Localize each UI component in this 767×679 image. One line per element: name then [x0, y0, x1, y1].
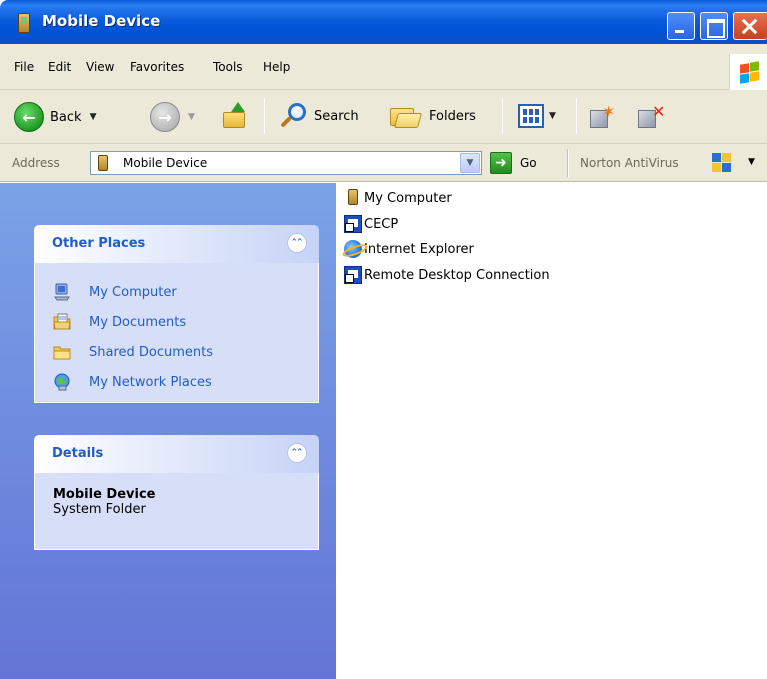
place-label: My Documents — [89, 314, 187, 330]
details-title: Details — [52, 446, 104, 461]
menu-tools[interactable]: Tools — [213, 60, 243, 74]
delete-button[interactable]: ✕ — [636, 102, 665, 130]
up-button[interactable] — [222, 102, 248, 130]
details-name: Mobile Device — [53, 487, 156, 502]
go-arrow-icon: ➜ — [490, 152, 512, 174]
close-button[interactable] — [733, 12, 767, 40]
folder-up-icon — [222, 102, 248, 130]
computer-icon — [53, 283, 71, 301]
address-dropdown-icon[interactable]: ▼ — [460, 153, 480, 173]
other-places-list: My Computer My Documents Shared Document… — [34, 263, 319, 403]
menu-view[interactable]: View — [86, 60, 114, 74]
place-label: My Computer — [89, 284, 177, 300]
folder-icon — [53, 343, 71, 361]
place-shared-documents[interactable]: Shared Documents — [35, 337, 318, 367]
mobile-device-icon — [18, 13, 30, 33]
forward-dropdown-icon[interactable]: ▼ — [188, 112, 195, 122]
search-button[interactable]: Search — [278, 101, 359, 131]
file-item[interactable]: Remote Desktop Connection — [344, 266, 550, 284]
place-my-network-places[interactable]: My Network Places — [35, 367, 318, 397]
minimize-button[interactable] — [667, 12, 695, 40]
norton-antivirus-icon[interactable] — [712, 153, 732, 173]
go-label: Go — [520, 156, 537, 170]
collapse-chevron-icon[interactable]: ˆˆ — [287, 233, 307, 253]
other-places-header[interactable]: Other Places ˆˆ — [34, 225, 319, 263]
menu-file[interactable]: File — [14, 60, 34, 74]
place-label: Shared Documents — [89, 344, 214, 360]
views-button[interactable]: ▼ — [518, 104, 556, 128]
place-my-documents[interactable]: My Documents — [35, 307, 318, 337]
address-label: Address — [12, 156, 60, 170]
shortcut-icon — [344, 266, 362, 284]
go-button[interactable]: ➜ Go — [490, 152, 537, 174]
window-title: Mobile Device — [42, 12, 161, 30]
file-name: Internet Explorer — [364, 241, 474, 257]
details-content: Mobile Device System Folder — [34, 473, 319, 550]
file-item[interactable]: CECP — [344, 215, 398, 233]
details-panel: Details ˆˆ Mobile Device System Folder — [34, 435, 319, 550]
collapse-chevron-icon[interactable]: ˆˆ — [287, 443, 307, 463]
other-places-title: Other Places — [52, 236, 146, 251]
new-folder-button[interactable]: ✶ — [588, 102, 616, 130]
windows-logo-icon — [729, 54, 767, 90]
file-item[interactable]: Internet Explorer — [344, 240, 474, 258]
shortcut-icon — [344, 215, 362, 233]
toolbar: ← Back ▼ → ▼ Search Folders ▼ ✶ ✕ — [0, 90, 767, 144]
mobile-device-icon — [98, 155, 108, 171]
back-dropdown-icon[interactable]: ▼ — [90, 112, 97, 122]
address-input[interactable]: Mobile Device ▼ — [90, 151, 482, 175]
internet-explorer-icon — [344, 240, 362, 258]
details-header[interactable]: Details ˆˆ — [34, 435, 319, 473]
documents-icon — [53, 313, 71, 331]
menu-bar: File Edit View Favorites Tools Help — [0, 44, 767, 90]
address-value: Mobile Device — [123, 156, 208, 170]
menu-help[interactable]: Help — [263, 60, 290, 74]
forward-button[interactable]: → ▼ — [150, 102, 195, 132]
maximize-button[interactable] — [700, 12, 728, 40]
file-name: My Computer — [364, 190, 452, 206]
forward-arrow-icon: → — [150, 102, 180, 132]
other-places-panel: Other Places ˆˆ My Computer My Documents — [34, 225, 319, 403]
views-dropdown-icon[interactable]: ▼ — [549, 111, 556, 121]
norton-dropdown-icon[interactable]: ▼ — [748, 157, 755, 167]
task-pane: Other Places ˆˆ My Computer My Documents — [0, 183, 336, 679]
details-type: System Folder — [53, 502, 146, 517]
folders-label: Folders — [429, 108, 476, 124]
back-button[interactable]: ← Back ▼ — [14, 102, 96, 132]
file-name: CECP — [364, 216, 399, 232]
file-item[interactable]: My Computer — [344, 189, 452, 207]
back-label: Back — [50, 109, 82, 125]
menu-edit[interactable]: Edit — [48, 60, 71, 74]
delete-icon: ✕ — [636, 102, 665, 130]
search-icon — [278, 101, 308, 131]
back-arrow-icon: ← — [14, 102, 44, 132]
place-my-computer[interactable]: My Computer — [35, 277, 318, 307]
menu-favorites[interactable]: Favorites — [130, 60, 184, 74]
title-bar[interactable]: Mobile Device — [0, 0, 767, 44]
norton-antivirus-label: Norton AntiVirus — [580, 156, 679, 170]
network-icon — [53, 373, 71, 391]
file-list[interactable]: My Computer CECP Internet Explorer Remot… — [336, 183, 767, 679]
place-label: My Network Places — [89, 374, 212, 390]
mobile-device-icon — [344, 189, 362, 207]
views-icon — [518, 104, 544, 128]
new-item-icon: ✶ — [588, 102, 616, 130]
address-bar: Address Mobile Device ▼ ➜ Go Norton Anti… — [0, 144, 767, 182]
folders-button[interactable]: Folders — [390, 102, 476, 130]
folders-icon — [390, 102, 423, 130]
file-name: Remote Desktop Connection — [364, 267, 550, 283]
search-label: Search — [314, 108, 359, 124]
